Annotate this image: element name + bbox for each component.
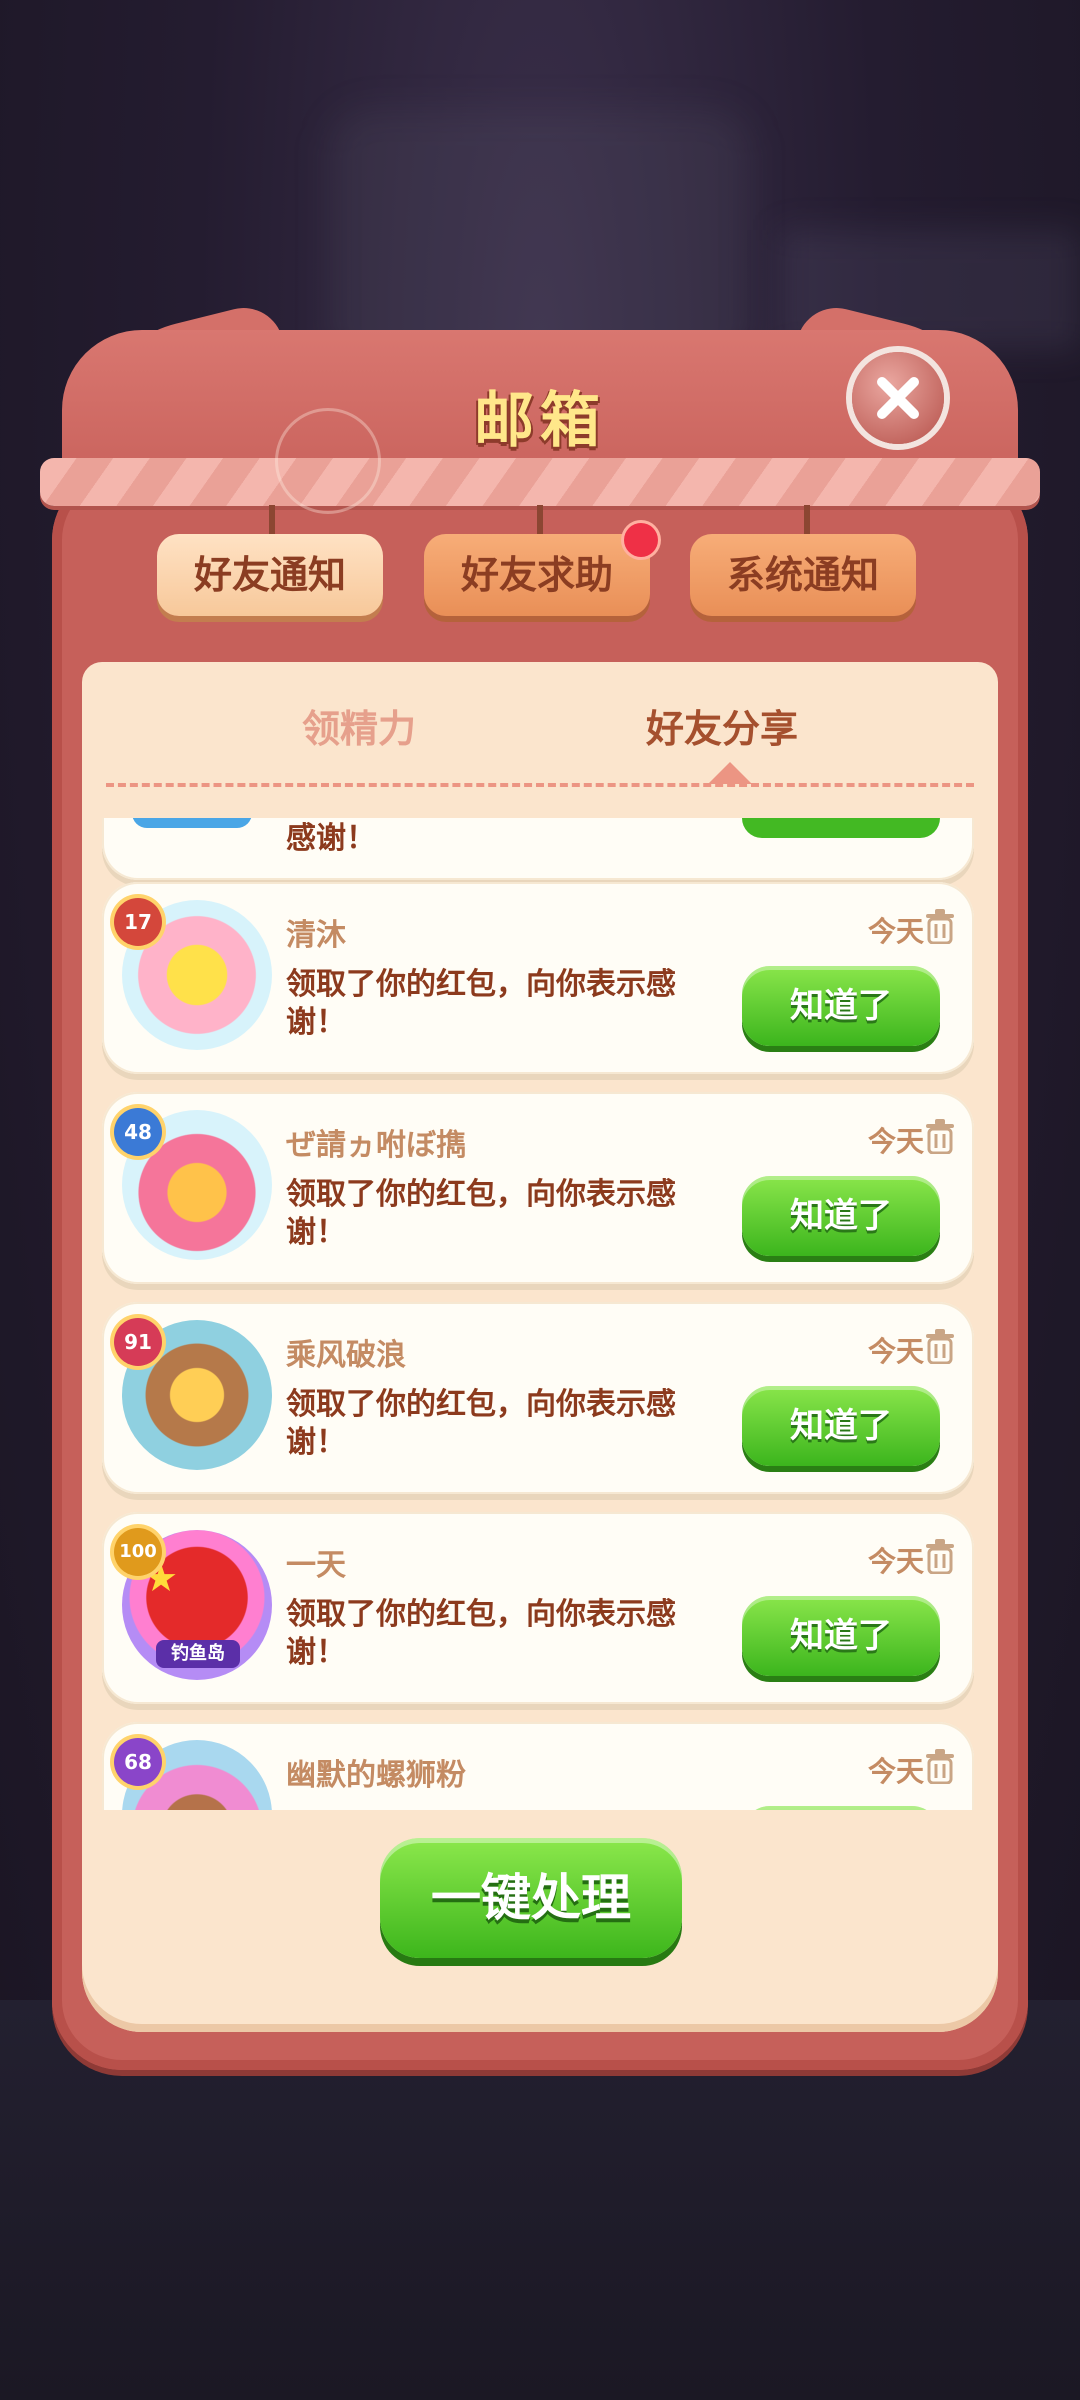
list-item: 48 ぜ請ヵ咐ぼ擕 领取了你的红包，向你表示感谢！ 今天 知道了 <box>102 1092 974 1284</box>
sender-name: 乘风破浪 <box>286 1338 406 1373</box>
timestamp: 今天 <box>868 1125 925 1158</box>
acknowledge-button[interactable]: 知道了 <box>742 1176 940 1256</box>
message-text: 领取了你的红包，向你表示感谢！ <box>286 1387 676 1460</box>
acknowledge-button[interactable]: 知道了 <box>742 1386 940 1466</box>
subtab-claim-energy[interactable]: 领精力 <box>302 698 416 753</box>
trash-icon[interactable] <box>924 1538 956 1574</box>
list-item: 91 乘风破浪 领取了你的红包，向你表示感谢！ 今天 知道了 <box>102 1302 974 1494</box>
close-icon <box>877 377 919 419</box>
list-item: 感谢！ <box>102 818 974 880</box>
acknowledge-button[interactable] <box>742 1806 940 1810</box>
frame-beam <box>40 458 1040 506</box>
sender-name: ぜ請ヵ咐ぼ擕 <box>286 1128 466 1163</box>
acknowledge-button[interactable] <box>742 818 940 838</box>
tab-friend-help[interactable]: 好友求助 <box>424 534 650 616</box>
acknowledge-button[interactable]: 知道了 <box>742 966 940 1046</box>
divider <box>106 783 974 787</box>
trash-icon[interactable] <box>924 1328 956 1364</box>
level-badge: 100 <box>114 1528 162 1576</box>
subtab-friend-share[interactable]: 好友分享 <box>646 698 798 753</box>
subtab-indicator <box>708 762 752 784</box>
sender-name: 一天 <box>286 1548 346 1583</box>
list-item: ★ 钓鱼岛 100 一天 领取了你的红包，向你表示感谢！ 今天 知道了 <box>102 1512 974 1704</box>
level-badge: 17 <box>114 898 162 946</box>
acknowledge-button[interactable]: 知道了 <box>742 1596 940 1676</box>
dialog-title: 邮箱 <box>474 386 606 456</box>
level-badge: 91 <box>114 1318 162 1366</box>
sender-name: 幽默的螺狮粉 <box>286 1758 466 1793</box>
trash-icon[interactable] <box>924 1118 956 1154</box>
close-button[interactable] <box>852 352 944 444</box>
avatar-caption: 钓鱼岛 <box>156 1640 240 1668</box>
list-item: 68 幽默的螺狮粉 今天 <box>102 1722 974 1810</box>
message-list[interactable]: 感谢！ 17 清沐 领取了你的红包，向你表示感谢！ 今天 知道了 48 ぜ請ヵ咐… <box>90 818 990 1810</box>
timestamp: 今天 <box>868 1755 925 1788</box>
tab-friend-notice[interactable]: 好友通知 <box>157 534 383 616</box>
message-text: 领取了你的红包，向你表示感谢！ <box>286 1177 676 1250</box>
list-item: 17 清沐 领取了你的红包，向你表示感谢！ 今天 知道了 <box>102 882 974 1074</box>
level-badge: 48 <box>114 1108 162 1156</box>
sender-name: 清沐 <box>286 918 346 953</box>
trash-icon[interactable] <box>924 1748 956 1784</box>
avatar <box>132 818 252 828</box>
message-text: 领取了你的红包，向你表示感谢！ <box>286 1597 676 1670</box>
process-all-button[interactable]: 一键处理 <box>380 1838 682 1958</box>
sparkle-effect <box>275 408 381 514</box>
trash-icon[interactable] <box>924 908 956 944</box>
tab-system-notice[interactable]: 系统通知 <box>690 534 916 616</box>
timestamp: 今天 <box>868 915 925 948</box>
timestamp: 今天 <box>868 1545 925 1578</box>
message-text: 感谢！ <box>286 821 376 856</box>
timestamp: 今天 <box>868 1335 925 1368</box>
message-text: 领取了你的红包，向你表示感谢！ <box>286 967 676 1040</box>
notification-dot <box>624 523 658 557</box>
level-badge: 68 <box>114 1738 162 1786</box>
